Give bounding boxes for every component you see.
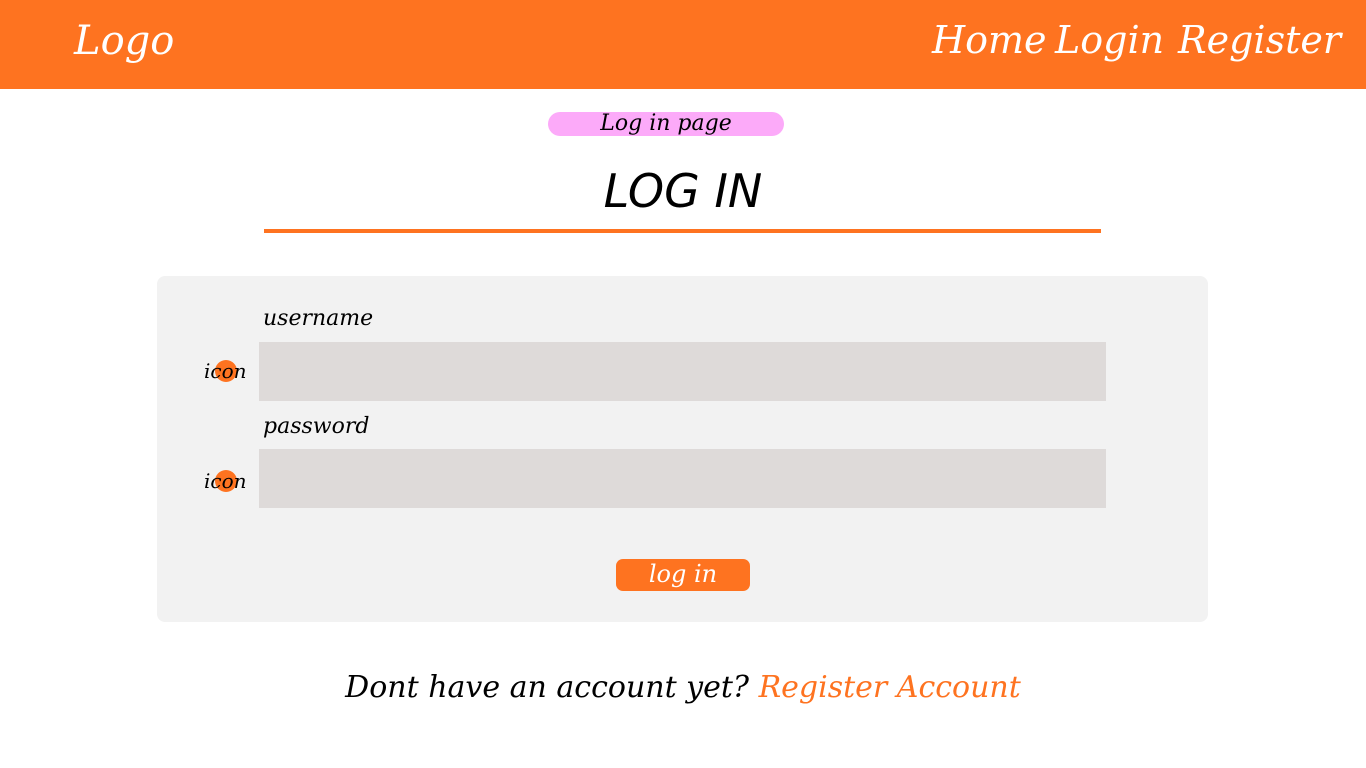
register-account-link[interactable]: Register Account [759, 670, 1021, 705]
top-nav: Logo Home Login Register [0, 0, 1366, 89]
lock-icon: icon [204, 469, 258, 493]
nav-login[interactable]: Login [1055, 18, 1164, 62]
icon-placeholder-text: icon [204, 359, 247, 383]
password-input[interactable] [259, 449, 1106, 508]
user-icon: icon [204, 359, 258, 383]
register-prompt: Dont have an account yet? Register Accou… [0, 670, 1366, 705]
page-tag: Log in page [548, 112, 784, 136]
username-label: username [263, 306, 374, 331]
nav-register[interactable]: Register [1178, 18, 1341, 62]
register-prompt-text: Dont have an account yet? [345, 670, 750, 705]
username-input[interactable] [259, 342, 1106, 401]
password-label: password [263, 414, 370, 439]
title-divider [264, 229, 1101, 233]
nav-home[interactable]: Home [932, 18, 1047, 62]
logo[interactable]: Logo [74, 18, 174, 64]
icon-placeholder-text: icon [204, 469, 247, 493]
login-button[interactable]: log in [616, 559, 750, 591]
page-title: LOG IN [603, 164, 763, 218]
